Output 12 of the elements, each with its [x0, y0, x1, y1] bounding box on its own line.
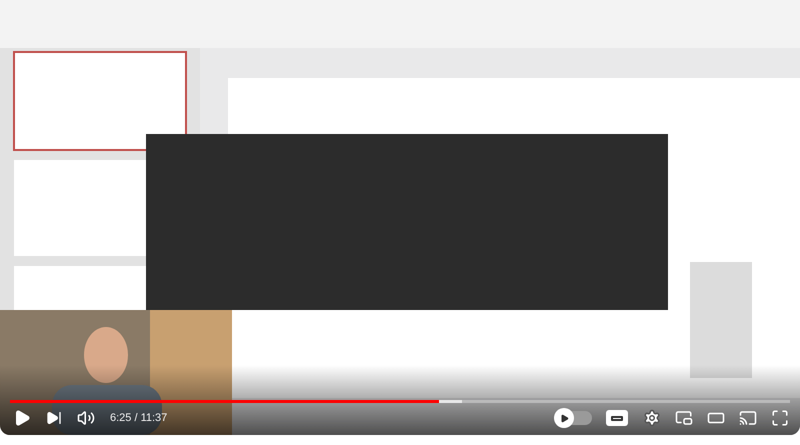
autoplay-toggle[interactable] — [556, 411, 592, 425]
settings-icon — [643, 409, 661, 427]
cast-icon — [739, 409, 757, 427]
speaker-icon — [77, 409, 95, 427]
fullscreen-icon — [771, 409, 789, 427]
video-player[interactable]: 6:25 / 11:37 — [0, 0, 800, 435]
play-icon — [560, 414, 568, 422]
next-icon — [46, 410, 62, 426]
time-display: 6:25 / 11:37 — [110, 410, 168, 426]
captions-button[interactable] — [606, 410, 628, 426]
play-icon — [13, 409, 31, 427]
miniplayer-icon — [675, 409, 693, 427]
